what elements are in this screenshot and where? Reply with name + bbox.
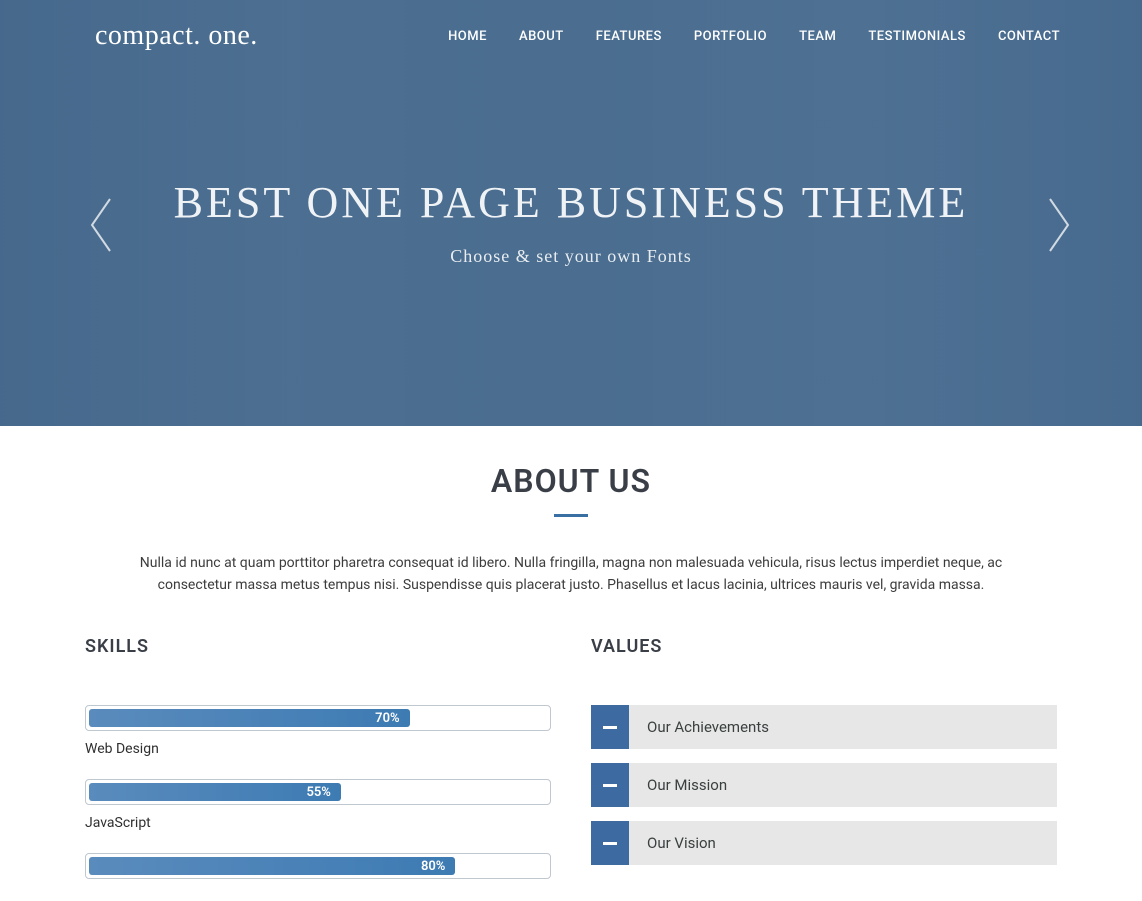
nav-portfolio[interactable]: PORTFOLIO xyxy=(694,29,767,44)
site-logo[interactable]: compact. one. xyxy=(95,20,258,52)
hero-content: BEST ONE PAGE BUSINESS THEME Choose & se… xyxy=(0,177,1142,267)
nav-features[interactable]: FEATURES xyxy=(596,29,662,44)
skill-label: Web Design xyxy=(85,741,551,757)
skill-percent: 70% xyxy=(375,711,399,726)
values-title: VALUES xyxy=(591,636,1057,657)
skill-percent: 55% xyxy=(306,785,330,800)
hero-title: BEST ONE PAGE BUSINESS THEME xyxy=(0,177,1142,228)
skill-third: 80% xyxy=(85,853,551,879)
about-columns: SKILLS 70% Web Design 55% JavaScript xyxy=(85,636,1057,901)
skills-title: SKILLS xyxy=(85,636,551,657)
values-column: VALUES Our Achievements Our Mission Our … xyxy=(591,636,1057,901)
hero-banner: compact. one. HOME ABOUT FEATURES PORTFO… xyxy=(0,0,1142,426)
skill-javascript: 55% JavaScript xyxy=(85,779,551,831)
hero-subtitle: Choose & set your own Fonts xyxy=(0,246,1142,267)
site-header: compact. one. HOME ABOUT FEATURES PORTFO… xyxy=(0,0,1142,52)
title-underline xyxy=(554,514,588,517)
accordion-label[interactable]: Our Mission xyxy=(629,763,1057,807)
nav-home[interactable]: HOME xyxy=(448,29,487,44)
accordion-mission[interactable]: Our Mission xyxy=(591,763,1057,807)
accordion-label[interactable]: Our Vision xyxy=(629,821,1057,865)
nav-testimonials[interactable]: TESTIMONIALS xyxy=(868,29,966,44)
minus-icon[interactable] xyxy=(591,763,629,807)
about-text: Nulla id nunc at quam porttitor pharetra… xyxy=(136,553,1006,596)
skill-percent: 80% xyxy=(421,859,445,874)
nav-team[interactable]: TEAM xyxy=(799,29,836,44)
skill-fill: 55% xyxy=(89,783,341,801)
slider-next-icon[interactable] xyxy=(1048,195,1072,255)
accordion-label[interactable]: Our Achievements xyxy=(629,705,1057,749)
skill-fill: 80% xyxy=(89,857,455,875)
main-nav: HOME ABOUT FEATURES PORTFOLIO TEAM TESTI… xyxy=(448,29,1060,44)
skill-bar: 70% xyxy=(85,705,551,731)
skills-column: SKILLS 70% Web Design 55% JavaScript xyxy=(85,636,551,901)
accordion-achievements[interactable]: Our Achievements xyxy=(591,705,1057,749)
minus-icon[interactable] xyxy=(591,821,629,865)
slider-prev-icon[interactable] xyxy=(88,195,112,255)
about-section: ABOUT US Nulla id nunc at quam porttitor… xyxy=(0,426,1142,901)
nav-contact[interactable]: CONTACT xyxy=(998,29,1060,44)
accordion-vision[interactable]: Our Vision xyxy=(591,821,1057,865)
skill-bar: 55% xyxy=(85,779,551,805)
minus-icon[interactable] xyxy=(591,705,629,749)
skill-web-design: 70% Web Design xyxy=(85,705,551,757)
skill-bar: 80% xyxy=(85,853,551,879)
skill-label: JavaScript xyxy=(85,815,551,831)
about-title: ABOUT US xyxy=(85,462,1057,500)
nav-about[interactable]: ABOUT xyxy=(519,29,564,44)
skill-fill: 70% xyxy=(89,709,410,727)
